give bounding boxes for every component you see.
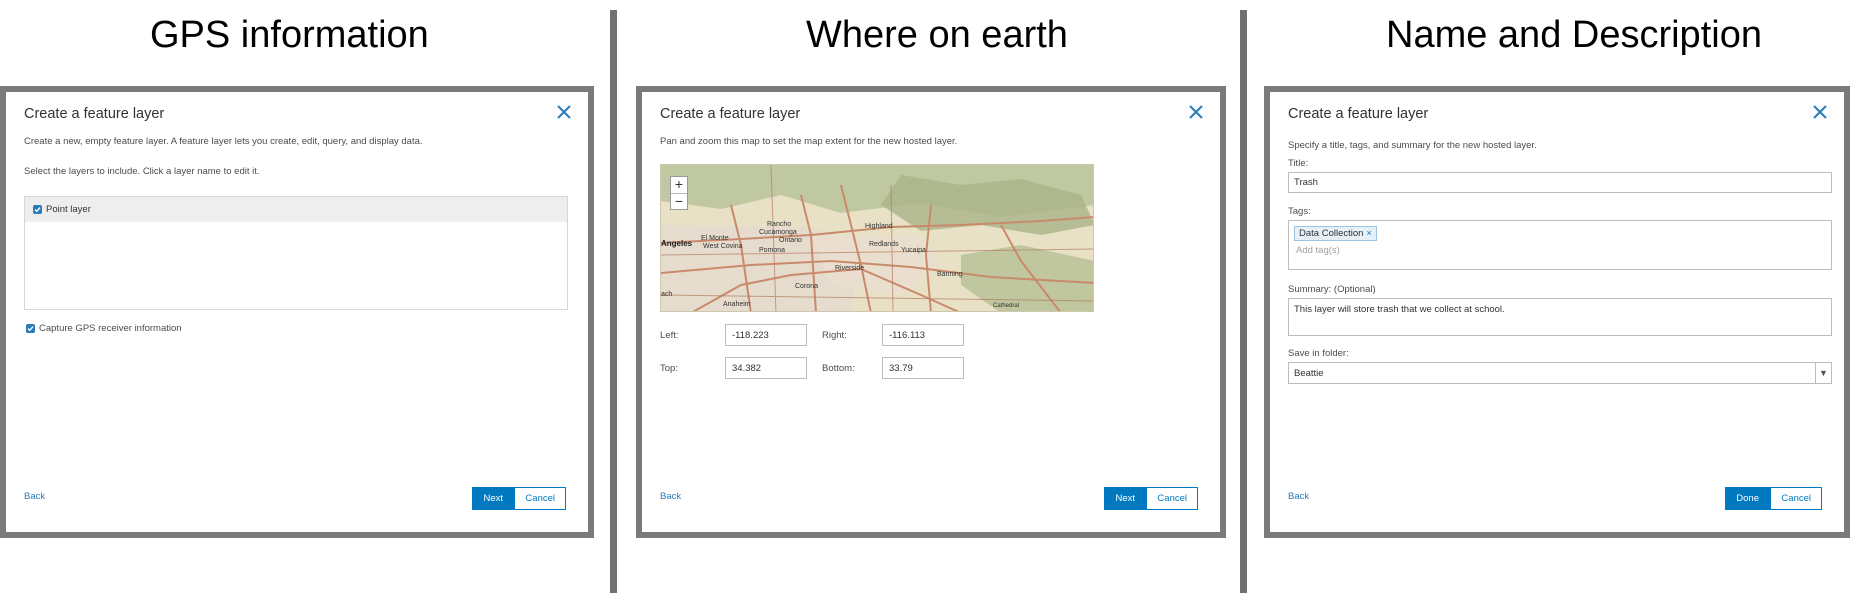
map-label: Cathedral — [993, 303, 1020, 309]
dialog-title: Create a feature layer — [24, 106, 165, 122]
panel-divider — [610, 10, 617, 593]
map-label: Banning — [937, 271, 963, 278]
map-label: El Monte — [701, 235, 729, 242]
map-label: Redlands — [869, 241, 899, 248]
folder-label: Save in folder: — [1288, 348, 1349, 359]
dialog-description: Pan and zoom this map to set the map ext… — [660, 136, 958, 147]
tag-chip-label: Data Collection — [1299, 228, 1364, 239]
zoom-in-button[interactable]: + — [671, 177, 687, 193]
tags-placeholder: Add tag(s) — [1296, 245, 1340, 256]
dialog-title: Create a feature layer — [1288, 106, 1429, 122]
dialog-title: Create a feature layer — [660, 106, 801, 122]
tags-label: Tags: — [1288, 206, 1311, 217]
panel-heading-where: Where on earth — [806, 14, 1068, 56]
bottom-label: Bottom: — [822, 363, 855, 374]
top-input[interactable] — [725, 357, 807, 379]
map-label: Yucaipa — [901, 247, 926, 254]
map-label: Riverside — [835, 265, 865, 272]
bottom-input[interactable] — [882, 357, 964, 379]
top-label: Top: — [660, 363, 678, 374]
title-input[interactable] — [1288, 172, 1832, 193]
cancel-button[interactable]: Cancel — [1146, 487, 1198, 510]
left-label: Left: — [660, 330, 679, 341]
next-button[interactable]: Next — [472, 487, 514, 510]
right-input[interactable] — [882, 324, 964, 346]
close-icon[interactable] — [1188, 104, 1204, 120]
map-zoom-control: + − — [670, 176, 688, 210]
panel-heading-gps: GPS information — [150, 14, 429, 56]
map-label: Ontario — [779, 237, 802, 244]
title-label: Title: — [1288, 158, 1309, 169]
map-label: Highland — [865, 223, 893, 230]
tag-chip: Data Collection × — [1294, 226, 1377, 241]
close-icon[interactable] — [556, 104, 572, 120]
cancel-button[interactable]: Cancel — [1770, 487, 1822, 510]
map-label: West Covina — [703, 243, 743, 250]
dialog-name-description: Create a feature layer Specify a title, … — [1264, 86, 1850, 538]
cancel-button[interactable]: Cancel — [514, 487, 566, 510]
folder-value: Beattie — [1294, 368, 1324, 379]
zoom-out-button[interactable]: − — [671, 193, 687, 209]
extent-map[interactable]: + − Rancho Cucamonga Highland Angeles El… — [660, 164, 1094, 312]
map-label: ach — [661, 291, 673, 298]
back-link[interactable]: Back — [1288, 491, 1309, 502]
layer-instruction: Select the layers to include. Click a la… — [24, 166, 260, 177]
dialog-where-on-earth: Create a feature layer Pan and zoom this… — [636, 86, 1226, 538]
capture-gps-label[interactable]: Capture GPS receiver information — [39, 323, 182, 334]
checkbox-checked-icon[interactable] — [33, 205, 42, 214]
tags-input[interactable]: Data Collection × Add tag(s) — [1288, 220, 1832, 270]
close-icon[interactable] — [1812, 104, 1828, 120]
panel-heading-name: Name and Description — [1386, 14, 1762, 56]
map-label: Rancho — [767, 221, 792, 228]
panel-divider — [1240, 10, 1247, 593]
right-label: Right: — [822, 330, 847, 341]
back-link[interactable]: Back — [660, 491, 681, 502]
next-button[interactable]: Next — [1104, 487, 1146, 510]
map-label: Anaheim — [723, 301, 751, 308]
map-label: Cucamonga — [759, 229, 797, 236]
back-link[interactable]: Back — [24, 491, 45, 502]
done-button[interactable]: Done — [1725, 487, 1770, 510]
summary-textarea[interactable]: This layer will store trash that we coll… — [1288, 298, 1832, 336]
remove-tag-icon[interactable]: × — [1366, 228, 1372, 239]
map-label: Corona — [795, 283, 818, 290]
summary-label: Summary: (Optional) — [1288, 284, 1376, 295]
chevron-down-icon[interactable]: ▼ — [1815, 363, 1831, 383]
dialog-description: Create a new, empty feature layer. A fea… — [24, 136, 423, 147]
dialog-gps-information: Create a feature layer Create a new, emp… — [0, 86, 594, 538]
layer-list: Point layer — [24, 196, 568, 310]
map-label: Angeles — [661, 239, 693, 248]
layer-name-label[interactable]: Point layer — [46, 204, 91, 215]
left-input[interactable] — [725, 324, 807, 346]
map-label: Pomona — [759, 247, 786, 254]
dialog-description: Specify a title, tags, and summary for t… — [1288, 140, 1537, 151]
capture-gps-checkbox[interactable] — [26, 324, 35, 333]
layer-row-point[interactable]: Point layer — [25, 197, 567, 222]
folder-select[interactable]: Beattie ▼ — [1288, 362, 1832, 384]
